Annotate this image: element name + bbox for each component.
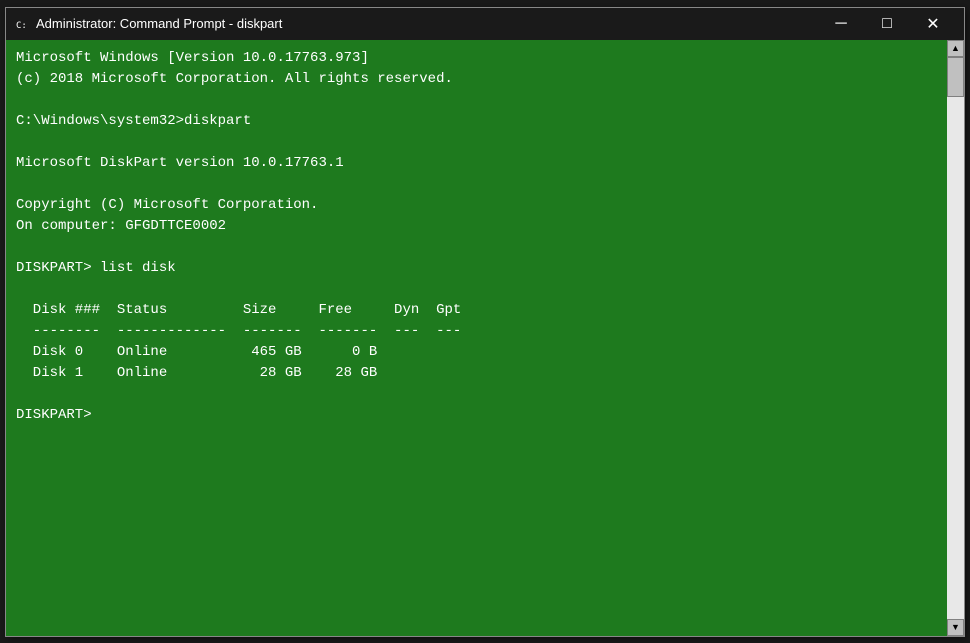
cmd-window: C: Administrator: Command Prompt - diskp… [5,7,965,637]
cmd-icon: C: [14,16,30,32]
scrollbar[interactable]: ▲ ▼ [947,40,964,636]
content-area: Microsoft Windows [Version 10.0.17763.97… [6,40,964,636]
title-bar: C: Administrator: Command Prompt - diskp… [6,8,964,40]
scrollbar-thumb[interactable] [947,57,964,97]
window-controls: ─ □ ✕ [818,8,956,40]
terminal-output[interactable]: Microsoft Windows [Version 10.0.17763.97… [6,40,947,636]
window-title: Administrator: Command Prompt - diskpart [36,16,818,31]
scroll-up-button[interactable]: ▲ [947,40,964,57]
svg-text:C:: C: [16,21,27,31]
scroll-down-button[interactable]: ▼ [947,619,964,636]
minimize-button[interactable]: ─ [818,8,864,40]
close-button[interactable]: ✕ [910,8,956,40]
maximize-button[interactable]: □ [864,8,910,40]
scrollbar-track[interactable] [947,57,964,619]
